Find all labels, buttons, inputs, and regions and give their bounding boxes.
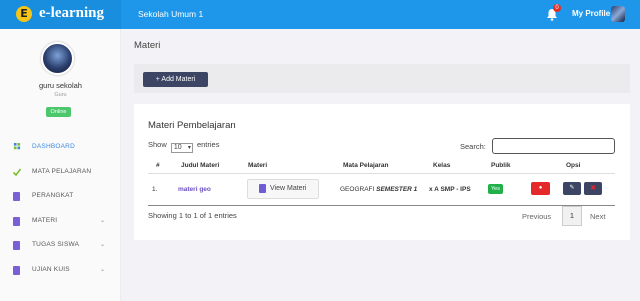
column-header-publik[interactable]: Publik [491,162,511,169]
entries-label: entries [196,140,220,149]
search-input[interactable] [492,138,615,154]
my-profile-link[interactable]: My Profile [572,9,610,18]
sidebar-item-label: TUGAS SISWA [32,241,80,248]
column-header-mata-pelajaran[interactable]: Mata Pelajaran [343,162,389,169]
column-header-number[interactable]: # [156,162,160,169]
profile-avatar[interactable] [611,6,625,22]
edit-button[interactable]: ✎ [563,182,581,195]
brand[interactable]: E e-learning [0,0,121,29]
entries-length-control: Show 10 entries [148,140,219,153]
sidebar-item-label: MATERI [32,217,58,224]
document-icon [13,217,20,226]
view-materi-button[interactable]: View Materi [247,179,319,199]
subject-name: GEOGRAFI [340,186,375,193]
document-icon [259,184,266,193]
pagination-next[interactable]: Next [590,212,605,221]
delete-button[interactable]: ✖ [584,182,602,195]
document-icon [13,192,20,201]
edit-icon: ✎ [569,185,575,191]
notification-count-badge: 0 [553,4,561,12]
check-icon [13,168,21,176]
sidebar-item-label: DASHBOARD [32,143,75,150]
toolbar [134,64,630,93]
card-title: Materi Pembelajaran [148,120,236,131]
sidebar-item-perangkat[interactable]: PERANGKAT [0,189,121,203]
brand-name: e-learning [39,5,104,21]
mata-pelajaran-cell: GEOGRAFI SEMESTER 1 [340,186,417,193]
school-name: Sekolah Umum 1 [138,9,204,19]
sidebar-item-label: PERANGKAT [32,192,74,199]
toggle-icon: ● [538,185,543,191]
sidebar-item-ujian-kuis[interactable]: UJIAN KUIS ⌄ [0,263,121,277]
delete-icon: ✖ [590,185,596,192]
search-label: Search: [460,142,486,151]
online-status-badge: Online [46,107,71,117]
column-header-kelas[interactable]: Kelas [433,162,450,169]
materi-title-link[interactable]: materi geo [178,186,211,193]
row-number: 1. [152,186,158,193]
dashboard-icon [13,143,21,150]
chevron-down-icon: ⌄ [100,218,106,224]
sidebar-item-mata-pelajaran[interactable]: MATA PELAJARAN [0,165,121,179]
user-avatar [41,42,74,75]
table-info: Showing 1 to 1 of 1 entries [148,211,237,220]
document-icon [13,241,20,250]
user-name: guru sekolah [39,81,82,90]
brand-logo-icon: E [16,6,32,22]
view-materi-label: View Materi [270,185,307,192]
document-icon [13,266,20,275]
user-role: Guru [54,92,67,98]
publish-toggle-button[interactable]: ● [531,182,550,195]
column-header-opsi[interactable]: Opsi [566,162,580,169]
table-header-divider [148,173,615,174]
chevron-down-icon: ⌄ [100,242,106,248]
sidebar-item-tugas-siswa[interactable]: TUGAS SISWA ⌄ [0,238,121,252]
chevron-down-icon: ⌄ [100,267,106,273]
semester-label: SEMESTER 1 [376,186,418,193]
page-title: Materi [134,40,161,51]
sidebar-item-materi[interactable]: MATERI ⌄ [0,214,121,228]
column-header-materi[interactable]: Materi [248,162,267,169]
publik-status-badge: Yes [488,184,503,194]
entries-select[interactable]: 10 [170,143,193,153]
show-label: Show [148,140,167,149]
pagination-page-1[interactable]: 1 [562,206,582,226]
sidebar-item-label: UJIAN KUIS [32,266,70,273]
kelas-cell: x A SMP - IPS [429,186,471,193]
column-header-judul-materi[interactable]: Judul Materi [181,162,219,169]
table-bottom-divider [148,205,615,206]
sidebar-item-dashboard[interactable]: DASHBOARD [0,140,121,154]
add-materi-button[interactable]: + Add Materi [143,72,208,87]
sidebar-item-label: MATA PELAJARAN [32,168,92,175]
pagination-previous[interactable]: Previous [522,212,551,221]
